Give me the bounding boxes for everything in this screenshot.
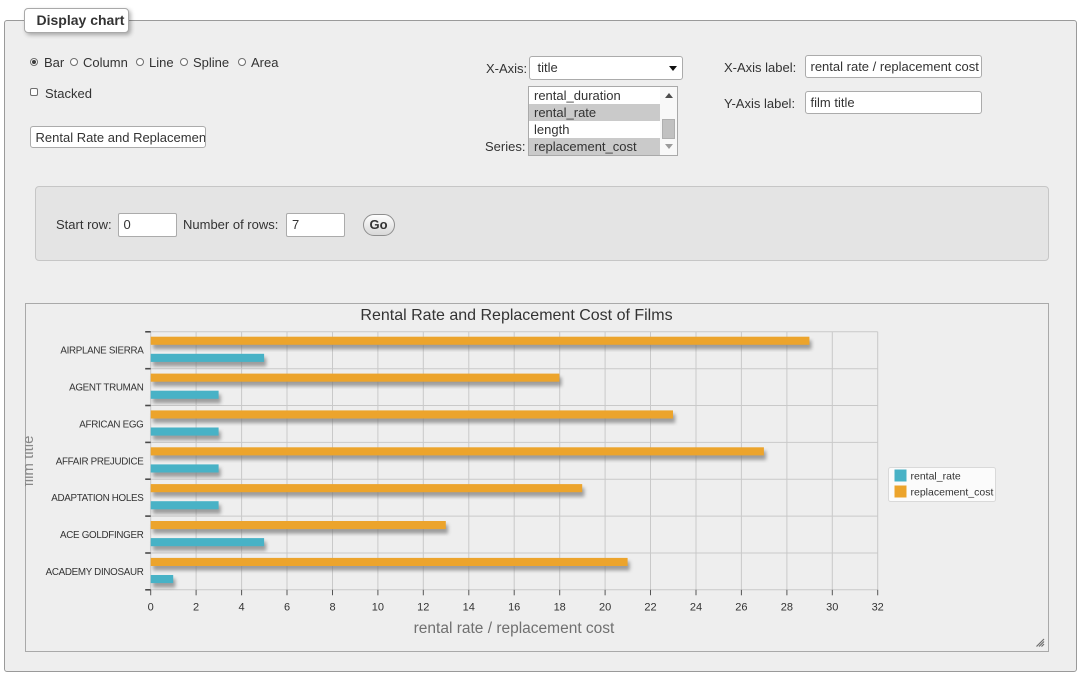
svg-text:22: 22	[644, 602, 656, 614]
svg-text:ACADEMY DINOSAUR: ACADEMY DINOSAUR	[45, 567, 143, 578]
svg-text:28: 28	[780, 602, 792, 614]
svg-text:24: 24	[689, 602, 701, 614]
svg-text:ACE GOLDFINGER: ACE GOLDFINGER	[60, 530, 144, 541]
svg-text:0: 0	[147, 602, 153, 614]
svg-text:Rental Rate and Replacement Co: Rental Rate and Replacement Cost of Film…	[360, 307, 672, 324]
svg-text:2: 2	[193, 602, 199, 614]
svg-text:6: 6	[283, 602, 289, 614]
svg-text:26: 26	[735, 602, 747, 614]
svg-text:18: 18	[553, 602, 565, 614]
svg-text:30: 30	[826, 602, 838, 614]
svg-text:rental rate / replacement cost: rental rate / replacement cost	[413, 620, 614, 637]
svg-text:AFFAIR PREJUDICE: AFFAIR PREJUDICE	[55, 456, 144, 467]
svg-text:20: 20	[598, 602, 610, 614]
svg-text:16: 16	[508, 602, 520, 614]
svg-text:ADAPTATION HOLES: ADAPTATION HOLES	[51, 493, 144, 504]
svg-text:replacement_cost: replacement_cost	[910, 487, 993, 499]
svg-text:8: 8	[329, 602, 335, 614]
svg-text:14: 14	[462, 602, 474, 614]
svg-text:rental_rate: rental_rate	[910, 471, 960, 483]
svg-text:AIRPLANE SIERRA: AIRPLANE SIERRA	[60, 346, 144, 357]
svg-text:32: 32	[871, 602, 883, 614]
svg-text:12: 12	[417, 602, 429, 614]
svg-text:4: 4	[238, 602, 244, 614]
svg-text:AFRICAN EGG: AFRICAN EGG	[79, 419, 143, 430]
svg-text:film title: film title	[25, 436, 37, 487]
svg-text:AGENT TRUMAN: AGENT TRUMAN	[69, 383, 144, 394]
svg-text:10: 10	[371, 602, 383, 614]
